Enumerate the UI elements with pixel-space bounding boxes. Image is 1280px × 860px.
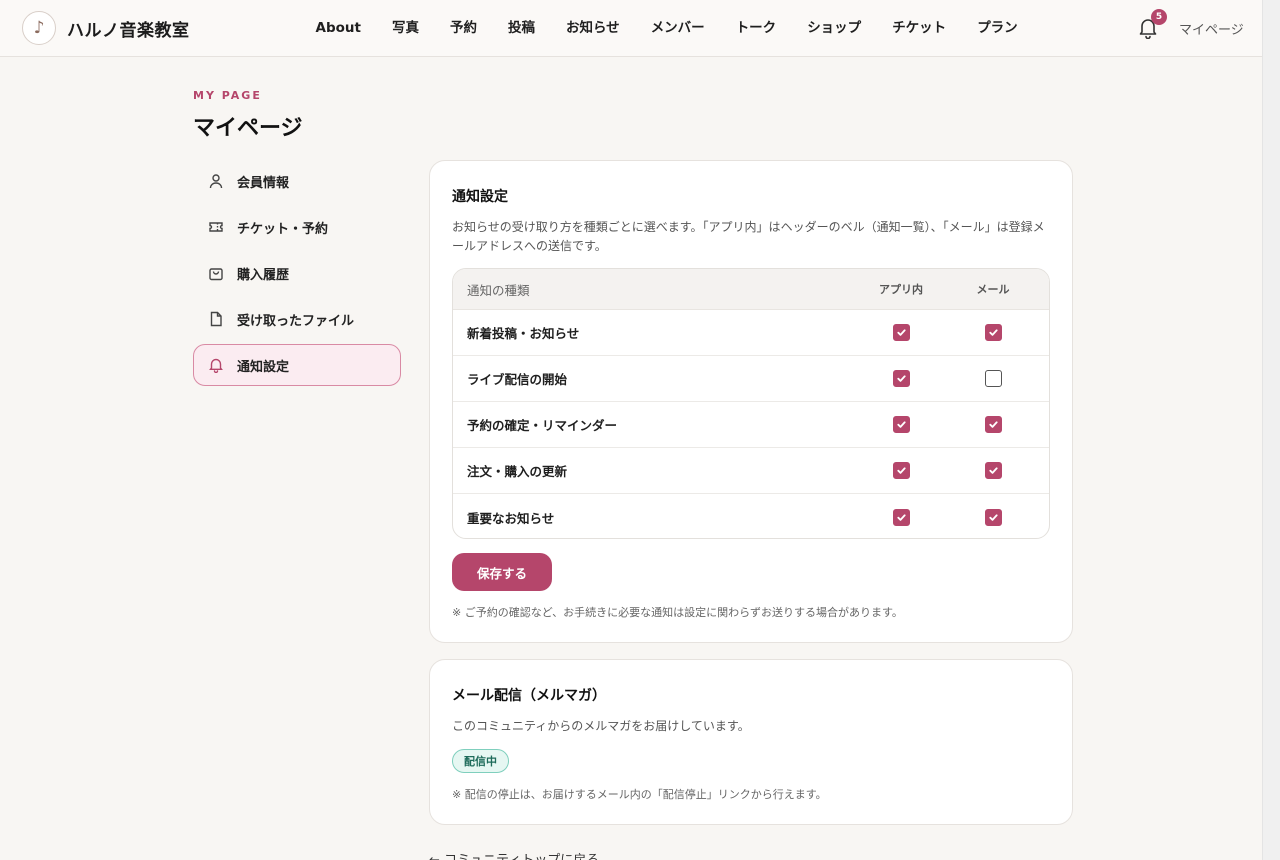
site-header: ♪ ハルノ音楽教室 About 写真 予約 投稿 お知らせ メンバー トーク シ… [0, 0, 1262, 57]
column-header-type: 通知の種類 [467, 282, 530, 298]
nav-plans[interactable]: プラン [962, 18, 1034, 38]
nav-news[interactable]: お知らせ [550, 18, 635, 38]
mail-checkbox[interactable] [984, 462, 1002, 479]
mail-checkbox[interactable] [984, 508, 1002, 526]
table-row: 新着投稿・お知らせ [453, 310, 1049, 356]
nav-photos[interactable]: 写真 [376, 18, 434, 38]
app-cell [855, 416, 947, 433]
newsletter-note: ※ 配信の停止は、お届けするメール内の「配信停止」リンクから行えます。 [452, 788, 827, 801]
brand[interactable]: ♪ ハルノ音楽教室 [22, 11, 190, 45]
card-title: メール配信（メルマガ） [452, 688, 606, 704]
table-row: 予約の確定・リマインダー [453, 402, 1049, 448]
status-badge: 配信中 [452, 749, 509, 773]
notification-settings-card: 通知設定 お知らせの受け取り方を種類ごとに選べます。「アプリ内」はヘッダーのベル… [429, 160, 1073, 643]
sidebar-item-purchases[interactable]: 購入履歴 [193, 252, 401, 294]
nav-booking[interactable]: 予約 [434, 18, 492, 38]
file-icon [208, 311, 224, 327]
column-header-mail: メール [976, 283, 1010, 296]
card-description: このコミュニティからのメルマガをお届けしています。 [452, 719, 750, 733]
sidebar-item-label: チケット・予約 [237, 221, 329, 237]
mail-cell [947, 370, 1039, 387]
notification-type-label: 予約の確定・リマインダー [467, 418, 618, 433]
nav-talk[interactable]: トーク [720, 18, 792, 38]
nav-members[interactable]: メンバー [635, 18, 720, 38]
mail-cell [947, 416, 1039, 433]
mypage-sidebar: 会員情報 チケット・予約 購入履歴 受け取ったファイル 通知設定 [193, 160, 401, 390]
table-row: 注文・購入の更新 [453, 448, 1049, 494]
app-cell [855, 370, 947, 387]
notification-type-label: 注文・購入の更新 [467, 464, 568, 479]
app-checkbox[interactable] [892, 416, 910, 433]
save-button[interactable]: 保存する [452, 553, 552, 591]
table-header: 通知の種類 アプリ内 メール [453, 269, 1049, 310]
notification-count-badge: 5 [1151, 9, 1167, 25]
sidebar-item-member-info[interactable]: 会員情報 [193, 160, 401, 202]
mail-checkbox[interactable] [984, 324, 1002, 341]
brand-logo: ♪ [22, 11, 56, 45]
mail-checkbox[interactable] [984, 370, 1002, 387]
nav-about[interactable]: About [300, 18, 376, 38]
notification-type-label: 新着投稿・お知らせ [467, 326, 580, 341]
notification-type-label: 重要なお知らせ [467, 510, 555, 526]
app-cell [855, 508, 947, 526]
app-cell [855, 324, 947, 341]
notification-table: 通知の種類 アプリ内 メール 新着投稿・お知らせ ライブ配信の開始予約の確定・リマ… [452, 268, 1050, 539]
mail-checkbox[interactable] [984, 416, 1002, 433]
brand-name: ハルノ音楽教室 [67, 20, 190, 41]
app-checkbox[interactable] [892, 508, 910, 526]
sidebar-item-notification-settings[interactable]: 通知設定 [193, 344, 401, 386]
notification-type-label: ライブ配信の開始 [467, 372, 568, 387]
sidebar-item-label: 受け取ったファイル [237, 313, 355, 329]
app-cell [855, 462, 947, 479]
app-checkbox[interactable] [892, 462, 910, 479]
shopping-bag-icon [208, 265, 224, 281]
nav-tickets[interactable]: チケット [877, 18, 962, 38]
nav-shop[interactable]: ショップ [792, 18, 877, 38]
bell-icon [208, 357, 224, 373]
sidebar-item-files[interactable]: 受け取ったファイル [193, 298, 401, 340]
notification-note: ※ ご予約の確認など、お手続きに必要な通知は設定に関わらずお送りする場合がありま… [452, 606, 903, 619]
card-title: 通知設定 [452, 189, 508, 205]
newsletter-card: メール配信（メルマガ） このコミュニティからのメルマガをお届けしています。 配信… [429, 659, 1073, 825]
mail-cell [947, 324, 1039, 341]
app-checkbox[interactable] [892, 324, 910, 341]
app-checkbox[interactable] [892, 370, 910, 387]
page-eyebrow: MY PAGE [193, 89, 262, 102]
user-icon [208, 173, 224, 189]
ticket-icon [208, 219, 224, 235]
table-row: ライブ配信の開始 [453, 356, 1049, 402]
table-row: 重要なお知らせ [453, 494, 1049, 538]
sidebar-item-label: 会員情報 [237, 175, 290, 191]
mail-cell [947, 508, 1039, 526]
header-mypage-link[interactable]: マイページ [1179, 19, 1244, 38]
mail-cell [947, 462, 1039, 479]
sidebar-item-label: 通知設定 [237, 359, 290, 375]
sidebar-item-tickets[interactable]: チケット・予約 [193, 206, 401, 248]
card-description: お知らせの受け取り方を種類ごとに選べます。「アプリ内」はヘッダーのベル（通知一覧… [452, 220, 1045, 253]
sidebar-item-label: 購入履歴 [237, 267, 290, 283]
page-scrollbar[interactable] [1262, 0, 1280, 860]
page-title: マイページ [193, 116, 303, 141]
back-to-community-link[interactable]: ← コミュニティトップに戻る [429, 849, 599, 860]
column-header-app: アプリ内 [879, 283, 923, 296]
nav-posts[interactable]: 投稿 [492, 18, 550, 38]
main-nav: About 写真 予約 投稿 お知らせ メンバー トーク ショップ チケット プ… [300, 18, 1033, 38]
